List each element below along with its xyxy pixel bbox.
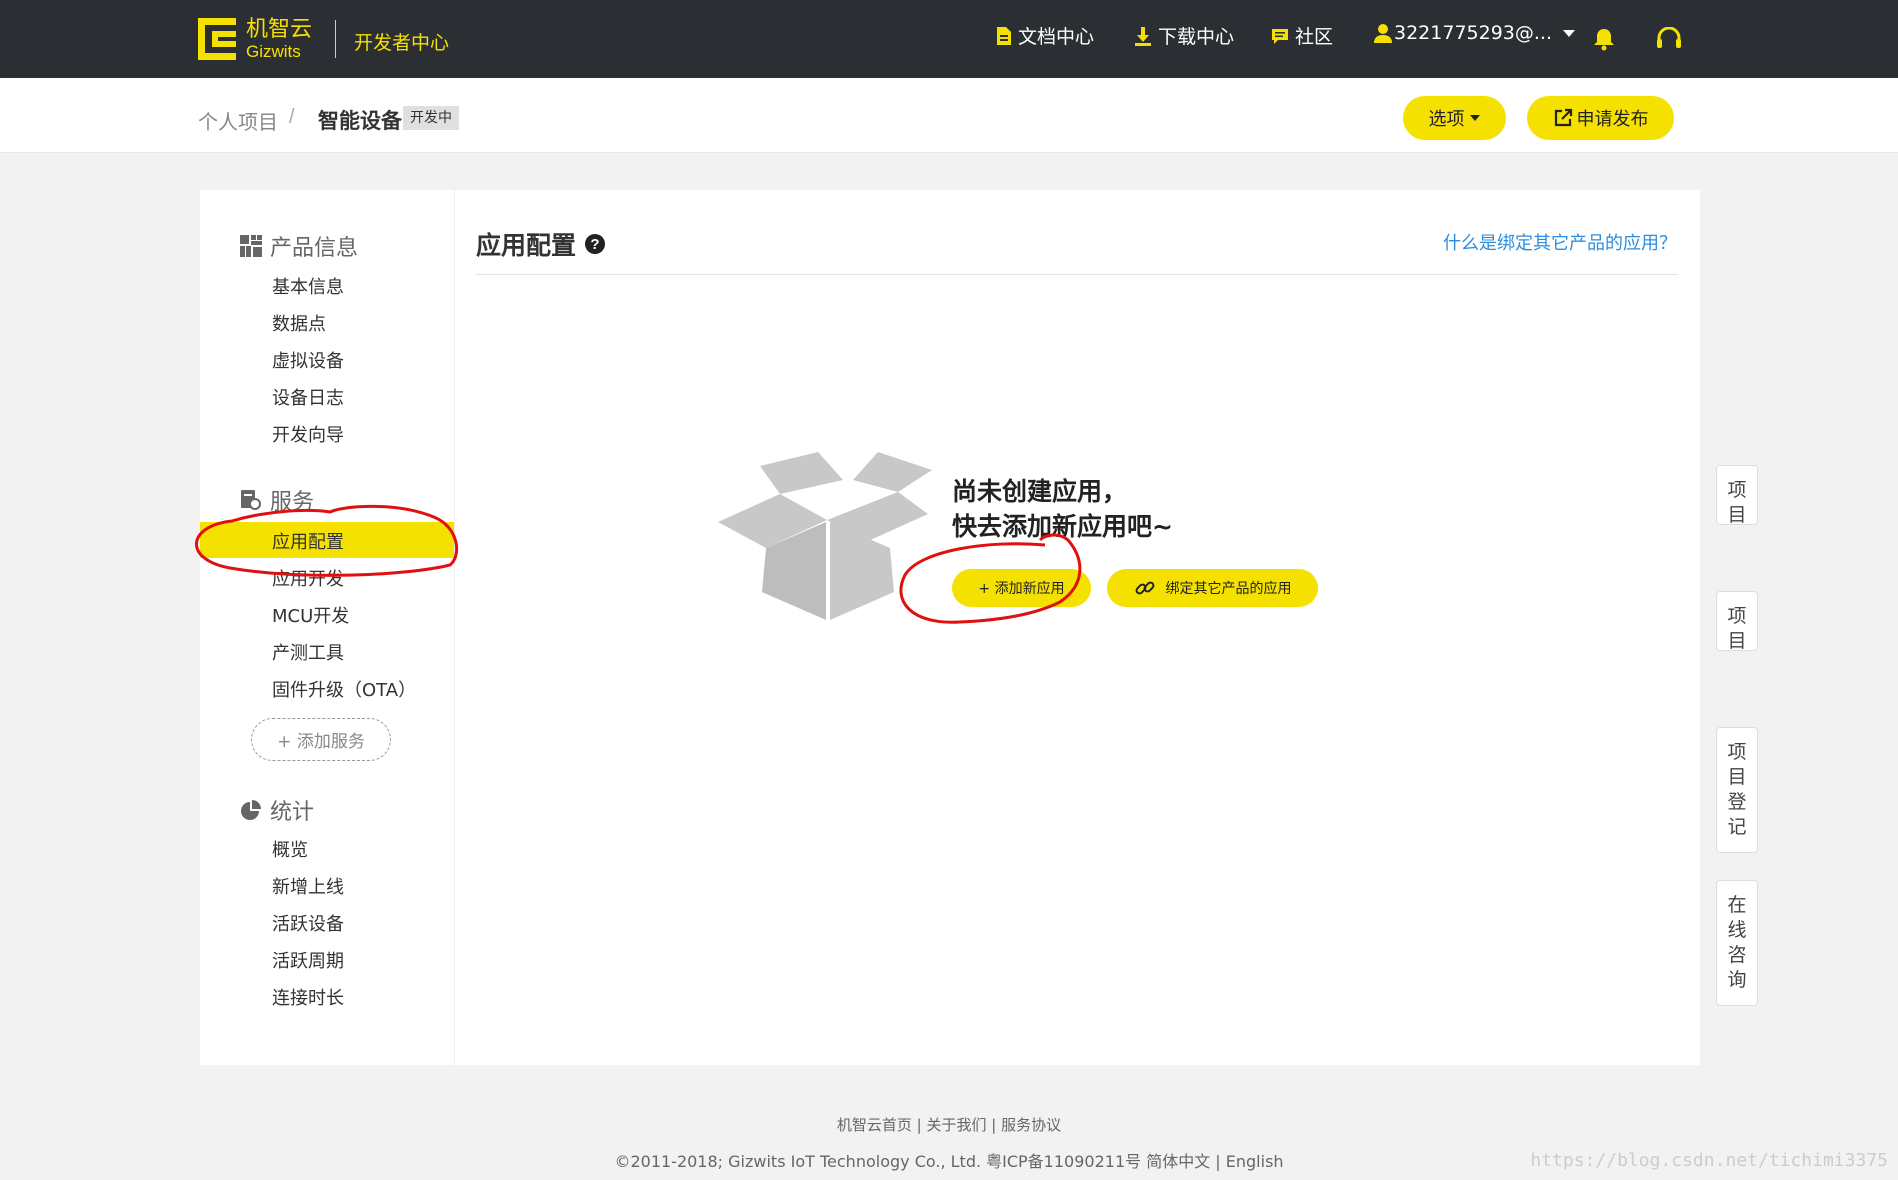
user-menu[interactable]: 3221775293@...	[1374, 22, 1582, 44]
sidebar-item-device-log[interactable]: 设备日志	[272, 384, 344, 410]
sidebar-divider	[454, 190, 455, 1065]
online-consult-button[interactable]: 在线咨询	[1716, 880, 1758, 1006]
external-link-icon	[1554, 108, 1572, 127]
empty-state-line-2: 快去添加新应用吧~	[952, 512, 1173, 541]
sidebar-item-active-period[interactable]: 活跃周期	[272, 947, 344, 973]
add-service-button[interactable]: + 添加服务	[251, 718, 391, 761]
caret-down-icon	[1563, 30, 1576, 37]
apply-publish-button[interactable]: 申请发布	[1527, 96, 1674, 140]
page-title: 应用配置 ?	[476, 226, 606, 262]
status-badge: 开发中	[403, 106, 459, 130]
logo-text-en: Gizwits	[246, 41, 301, 61]
bind-other-product-app-label: 绑定其它产品的应用	[1165, 581, 1292, 597]
options-dropdown-button[interactable]: 选项	[1403, 96, 1506, 140]
svg-text:?: ?	[590, 236, 599, 253]
nav-downloads[interactable]: 下载中心	[1134, 22, 1234, 49]
section-product-info-label: 产品信息	[270, 236, 359, 261]
apply-publish-label: 申请发布	[1576, 109, 1649, 130]
breadcrumb-current-product: 智能设备	[318, 109, 402, 133]
empty-state-message: 尚未创建应用， 快去添加新应用吧~	[952, 474, 1173, 544]
float-project-label-1: 项目	[1727, 479, 1747, 525]
section-services-label: 服务	[270, 490, 315, 515]
logo-divider	[335, 20, 336, 58]
empty-state-line-1: 尚未创建应用，	[952, 477, 1128, 506]
nav-downloads-label: 下载中心	[1158, 26, 1235, 48]
chat-icon	[1272, 28, 1288, 44]
sidebar-item-firmware-ota[interactable]: 固件升级（OTA）	[272, 676, 416, 702]
headset-icon	[1657, 26, 1681, 48]
user-account-label: 3221775293@...	[1394, 22, 1553, 44]
bind-other-product-help-link[interactable]: 什么是绑定其它产品的应用？	[1443, 229, 1677, 255]
download-icon	[1135, 26, 1151, 46]
section-statistics-label: 统计	[270, 800, 315, 825]
pie-chart-icon	[241, 800, 261, 820]
logo-mark-icon	[198, 16, 240, 62]
nav-docs-label: 文档中心	[1018, 26, 1095, 48]
content-card	[200, 190, 1700, 1065]
section-product-info: 产品信息	[240, 230, 358, 262]
dev-center-label[interactable]: 开发者中心	[354, 28, 449, 55]
sidebar-item-production-tools[interactable]: 产测工具	[272, 639, 344, 665]
empty-box-illustration	[718, 452, 936, 627]
sidebar-item-app-config[interactable]: 应用配置	[272, 528, 344, 554]
bell-icon	[1594, 29, 1614, 51]
sidebar-item-app-dev[interactable]: 应用开发	[272, 565, 344, 591]
title-divider	[476, 274, 1678, 275]
sidebar-item-active-devices[interactable]: 活跃设备	[272, 910, 344, 936]
user-icon	[1374, 24, 1392, 43]
caret-down-icon	[1469, 115, 1480, 121]
support-button[interactable]	[1656, 26, 1682, 56]
section-statistics: 统计	[240, 794, 314, 826]
page-title-text: 应用配置	[476, 231, 577, 260]
project-register-button[interactable]: 项目登记	[1716, 727, 1758, 853]
bind-other-product-app-button[interactable]: 绑定其它产品的应用	[1107, 569, 1318, 607]
sidebar-item-basic-info[interactable]: 基本信息	[272, 273, 344, 299]
breadcrumb-separator: /	[289, 106, 295, 128]
grid-icon	[240, 235, 262, 257]
document-icon	[997, 26, 1011, 45]
nav-community-label: 社区	[1295, 26, 1334, 48]
nav-docs[interactable]: 文档中心	[996, 22, 1094, 49]
service-icon	[241, 490, 261, 510]
online-consult-label: 在线咨询	[1727, 894, 1747, 991]
sidebar-item-datapoints[interactable]: 数据点	[272, 310, 326, 336]
footer-links[interactable]: 机智云首页 | 关于我们 | 服务协议	[0, 1114, 1898, 1135]
add-new-app-button[interactable]: + 添加新应用	[952, 569, 1091, 607]
sidebar-item-mcu-dev[interactable]: MCU开发	[272, 602, 349, 628]
gizwits-logo[interactable]: 机智云 Gizwits	[198, 14, 312, 64]
float-project-button-1[interactable]: 项目	[1716, 465, 1758, 525]
float-project-label-2: 项目	[1727, 605, 1747, 651]
section-services: 服务	[240, 484, 314, 516]
sidebar-item-overview[interactable]: 概览	[272, 836, 308, 862]
sidebar-item-dev-guide[interactable]: 开发向导	[272, 421, 344, 447]
project-register-label: 项目登记	[1727, 741, 1747, 838]
options-label: 选项	[1428, 109, 1465, 130]
link-icon	[1135, 581, 1154, 595]
help-icon[interactable]: ?	[584, 233, 606, 255]
logo-text-cn: 机智云	[246, 16, 313, 42]
sidebar-item-virtual-device[interactable]: 虚拟设备	[272, 347, 344, 373]
notifications-button[interactable]	[1593, 27, 1615, 56]
sidebar-item-new-online[interactable]: 新增上线	[272, 873, 344, 899]
sidebar-item-connection-duration[interactable]: 连接时长	[272, 984, 344, 1010]
nav-community[interactable]: 社区	[1271, 22, 1333, 49]
watermark: https://blog.csdn.net/tichimi3375	[1530, 1150, 1888, 1171]
float-project-button-2[interactable]: 项目	[1716, 591, 1758, 651]
breadcrumb-personal-projects[interactable]: 个人项目	[198, 106, 278, 135]
